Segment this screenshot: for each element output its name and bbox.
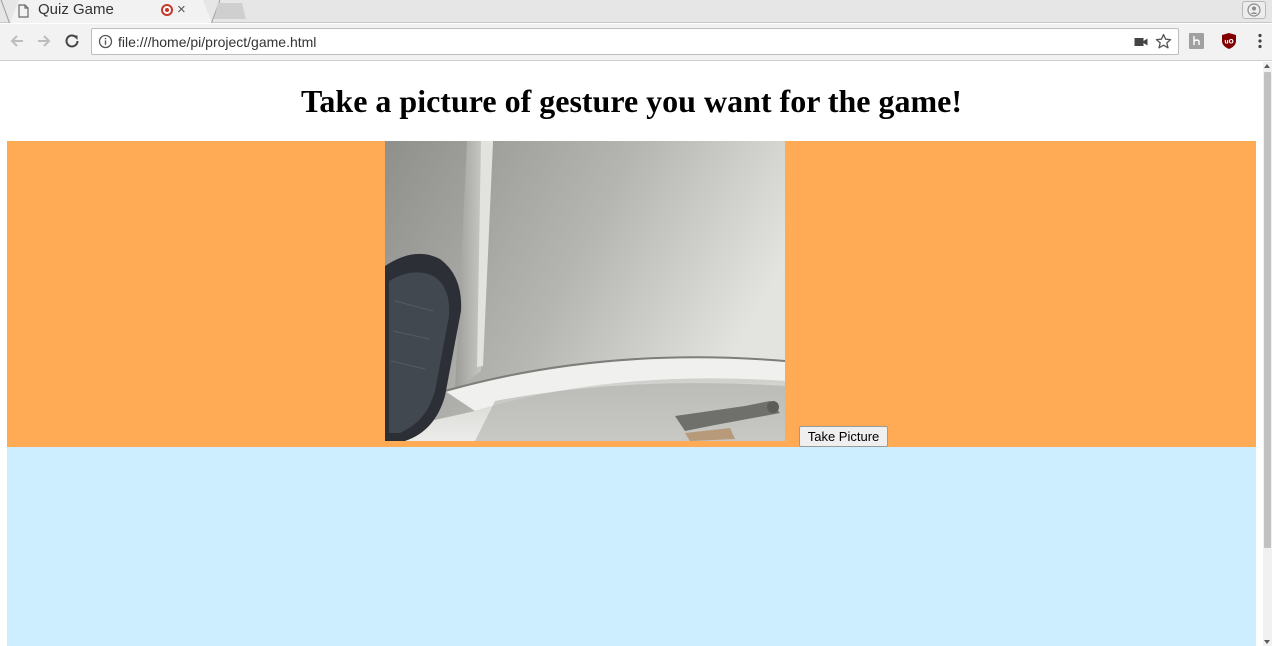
hypothesis-extension-icon[interactable] [1189,33,1204,49]
tab-title: Quiz Game [38,1,114,18]
forward-arrow-icon [38,35,51,47]
address-bar[interactable]: file:///home/pi/project/game.html [91,28,1179,55]
browser-toolbar: file:///home/pi/project/game.html uO [0,24,1272,61]
profile-button[interactable] [1242,1,1266,19]
document-icon [18,4,29,18]
ublock-extension-icon[interactable]: uO [1221,32,1237,50]
page-heading: Take a picture of gesture you want for t… [301,83,962,119]
reload-icon [65,34,79,48]
scroll-thumb[interactable] [1264,72,1271,548]
results-section [7,447,1256,646]
tab-strip: Quiz Game × [0,0,1272,23]
reload-button[interactable] [61,30,83,52]
camera-in-use-icon[interactable] [1134,36,1148,48]
back-arrow-icon [10,35,23,47]
bookmark-star-icon[interactable] [1155,33,1172,50]
info-icon[interactable] [98,34,113,49]
new-tab-button[interactable] [214,3,246,19]
take-picture-button[interactable]: Take Picture [799,426,888,447]
kebab-menu-icon[interactable] [1256,32,1264,50]
svg-text:uO: uO [1224,39,1233,46]
url-text[interactable]: file:///home/pi/project/game.html [118,34,316,50]
scroll-up-arrow-icon[interactable] [1264,64,1270,68]
webcam-feed-image [385,141,785,441]
recording-icon [161,4,173,16]
back-button[interactable] [6,30,28,52]
page-viewport: Take a picture of gesture you want for t… [0,62,1272,646]
page-scrollbar[interactable] [1263,62,1272,646]
scroll-down-arrow-icon[interactable] [1264,640,1270,644]
tab-left-edge [0,0,10,23]
forward-button[interactable] [33,30,55,52]
webcam-preview [385,141,785,441]
tab-close-button[interactable]: × [177,0,186,20]
user-icon [1247,3,1261,17]
